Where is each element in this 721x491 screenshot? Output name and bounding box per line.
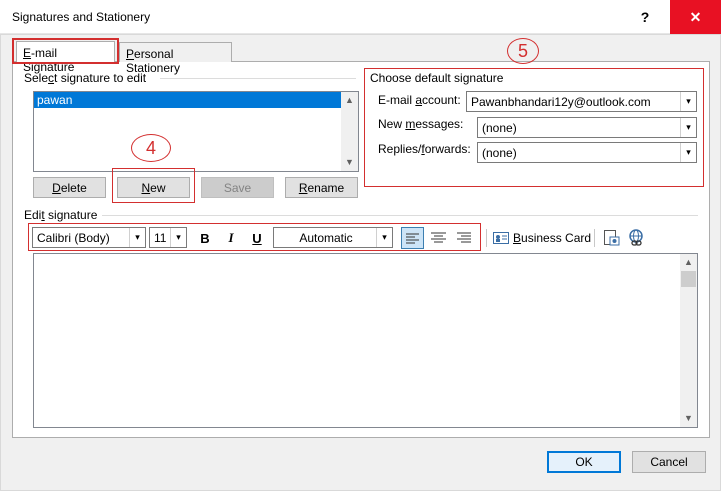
callout-five: 5: [507, 38, 539, 64]
tab-personal-stationery[interactable]: Personal Stationery: [119, 42, 232, 75]
business-card-accel: B: [513, 231, 522, 245]
chevron-down-icon[interactable]: ▾: [680, 92, 696, 111]
toolbar-divider: [486, 229, 487, 247]
align-right-button[interactable]: [454, 227, 475, 249]
align-left-icon: [406, 233, 419, 244]
chevron-down-icon[interactable]: ▾: [680, 118, 696, 137]
insert-hyperlink-button[interactable]: [626, 228, 646, 248]
email-account-label: E-mail account:: [378, 93, 461, 107]
insert-picture-icon: [604, 230, 620, 246]
callout-four: 4: [131, 134, 171, 162]
email-label-pre: E-mail: [378, 93, 416, 107]
font-value: Calibri (Body): [37, 231, 110, 245]
rename-label: ename: [307, 180, 345, 195]
font-select[interactable]: Calibri (Body) ▾: [32, 227, 146, 248]
edit-label-pre: Edi: [24, 208, 42, 222]
chevron-down-icon[interactable]: ▾: [376, 228, 392, 247]
email-account-value: Pawanbhandari12y@outlook.com: [471, 95, 651, 109]
tab-personal-accel: P: [126, 47, 135, 61]
ok-button[interactable]: OK: [547, 451, 621, 473]
delete-label: elete: [60, 180, 87, 195]
font-size-select[interactable]: 11 ▾: [149, 227, 187, 248]
replies-post: orwards:: [424, 142, 471, 156]
insert-picture-button[interactable]: [601, 228, 621, 248]
scroll-down-icon[interactable]: ▼: [680, 412, 697, 424]
tab-personal-label: ersonal Stationery: [126, 47, 181, 75]
window-title: Signatures and Stationery: [12, 10, 151, 24]
chevron-down-icon[interactable]: ▾: [129, 228, 145, 247]
replies-forwards-label: Replies/forwards:: [378, 142, 471, 156]
font-color-select[interactable]: Automatic ▾: [273, 227, 393, 248]
new-messages-select[interactable]: (none) ▾: [477, 117, 697, 138]
select-group-line: [160, 78, 356, 79]
new-button[interactable]: New: [117, 177, 190, 198]
edit-label-post: signature: [44, 208, 98, 222]
email-label-post: ccount:: [422, 93, 461, 107]
scroll-up-icon[interactable]: ▲: [341, 94, 358, 106]
delete-button[interactable]: Delete: [33, 177, 106, 198]
default-signature-title: Choose default signature: [368, 71, 506, 85]
edit-group-line: [102, 215, 698, 216]
replies-forwards-select[interactable]: (none) ▾: [477, 142, 697, 163]
new-messages-post: essages:: [415, 117, 464, 131]
new-messages-pre: New: [378, 117, 406, 131]
chevron-down-icon[interactable]: ▾: [680, 143, 696, 162]
bold-button[interactable]: B: [196, 229, 214, 247]
italic-button[interactable]: I: [222, 229, 240, 247]
scroll-thumb[interactable]: [681, 271, 696, 287]
toolbar-divider: [594, 229, 595, 247]
help-button[interactable]: ?: [620, 0, 670, 34]
business-card-label: usiness Card: [521, 231, 592, 245]
scroll-down-icon[interactable]: ▼: [341, 156, 358, 168]
align-right-icon: [457, 232, 471, 243]
replies-forwards-value: (none): [482, 146, 517, 160]
email-tab-highlight: [12, 38, 119, 64]
new-accel: N: [141, 180, 151, 195]
save-label: Save: [223, 180, 252, 195]
email-account-select[interactable]: Pawanbhandari12y@outlook.com ▾: [466, 91, 697, 112]
replies-pre: Replies/: [378, 142, 422, 156]
rename-button[interactable]: Rename: [285, 177, 358, 198]
align-left-button[interactable]: [401, 227, 424, 249]
delete-accel: D: [52, 180, 61, 195]
rename-accel: R: [298, 180, 308, 195]
close-icon: ✕: [689, 8, 702, 25]
list-item[interactable]: pawan: [34, 92, 347, 108]
close-button[interactable]: ✕: [670, 0, 721, 34]
new-messages-accel: m: [405, 117, 416, 131]
align-center-button[interactable]: [428, 227, 449, 249]
save-button[interactable]: Save: [201, 177, 274, 198]
hyperlink-icon: [629, 229, 643, 246]
chevron-down-icon[interactable]: ▾: [170, 228, 186, 247]
underline-button[interactable]: U: [248, 229, 266, 247]
new-label: ew: [150, 180, 166, 195]
new-messages-value: (none): [482, 121, 517, 135]
scroll-up-icon[interactable]: ▲: [680, 256, 697, 268]
align-center-icon: [431, 232, 446, 243]
editor-scrollbar[interactable]: ▲ ▼: [680, 254, 697, 427]
font-size-value: 11: [154, 231, 167, 245]
business-card-icon: [493, 232, 509, 244]
title-bar: Signatures and Stationery ? ✕: [0, 0, 721, 34]
edit-signature-label: Edit signature: [24, 208, 97, 222]
cancel-button[interactable]: Cancel: [632, 451, 706, 473]
business-card-button[interactable]: Business Card: [493, 228, 591, 248]
signature-list-scrollbar[interactable]: ▲ ▼: [341, 92, 358, 171]
new-messages-label: New messages:: [378, 117, 463, 131]
font-color-value: Automatic: [299, 231, 353, 245]
signature-list[interactable]: pawan ▲ ▼: [33, 91, 359, 172]
signature-editor[interactable]: ▲ ▼: [33, 253, 698, 428]
